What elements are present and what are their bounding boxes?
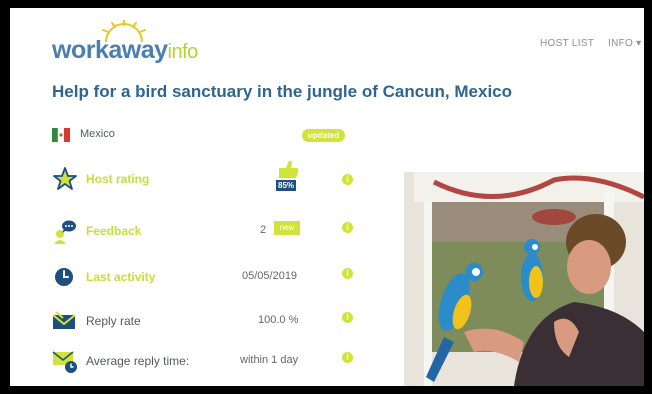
info-icon[interactable]: i [342, 222, 353, 233]
feedback-row: Feedback 2 new i [52, 218, 353, 248]
logo-suffix-text: info [167, 41, 199, 63]
nav-host-list[interactable]: HOST LIST [540, 38, 594, 49]
updated-badge: updated [302, 129, 346, 142]
info-icon[interactable]: i [342, 268, 353, 279]
last-activity-label: Last activity [86, 270, 156, 284]
country-name: Mexico [80, 128, 115, 140]
logo-text: workawayinfo [52, 36, 198, 65]
chat-icon [54, 220, 76, 244]
envelope-clock-icon [52, 351, 77, 373]
feedback-label: Feedback [86, 224, 142, 238]
avg-reply-time-value: within 1 day [240, 354, 299, 366]
page-frame: workawayinfo HOST LIST INFO ▾ Help for a… [10, 8, 644, 386]
clock-icon [55, 268, 73, 286]
nav-info-menu[interactable]: INFO ▾ [608, 38, 642, 49]
mexico-flag-icon [52, 128, 70, 142]
new-badge: new [274, 221, 300, 235]
host-rating-row: Host rating 85% i [52, 160, 353, 196]
feedback-count: 2 [260, 224, 267, 236]
reply-rate-row: Reply rate 100.0 % i [52, 308, 353, 338]
photo-illustration [404, 172, 644, 386]
last-activity-value: 05/05/2019 [242, 270, 298, 282]
rating-thumb-badge: 85% [274, 158, 304, 194]
info-icon[interactable]: i [342, 312, 353, 323]
info-icon[interactable]: i [342, 352, 353, 363]
info-icon[interactable]: i [342, 174, 353, 185]
host-photo[interactable] [404, 172, 644, 386]
workaway-logo[interactable]: workawayinfo [52, 20, 212, 72]
page-title: Help for a bird sanctuary in the jungle … [52, 82, 513, 101]
envelope-icon [52, 311, 76, 329]
avg-reply-time-row: Average reply time: within 1 day i [52, 348, 353, 378]
host-rating-label: Host rating [86, 172, 150, 186]
thumbs-up-icon [279, 160, 299, 178]
rating-percent: 85% [276, 180, 297, 191]
star-icon [53, 167, 77, 190]
reply-rate-value: 100.0 % [258, 314, 299, 326]
logo-main-text: workaway [52, 36, 168, 64]
last-activity-row: Last activity 05/05/2019 i [52, 264, 353, 294]
avg-reply-time-label: Average reply time: [86, 354, 190, 368]
reply-rate-label: Reply rate [86, 314, 141, 328]
country-row: Mexico updated [52, 126, 352, 156]
